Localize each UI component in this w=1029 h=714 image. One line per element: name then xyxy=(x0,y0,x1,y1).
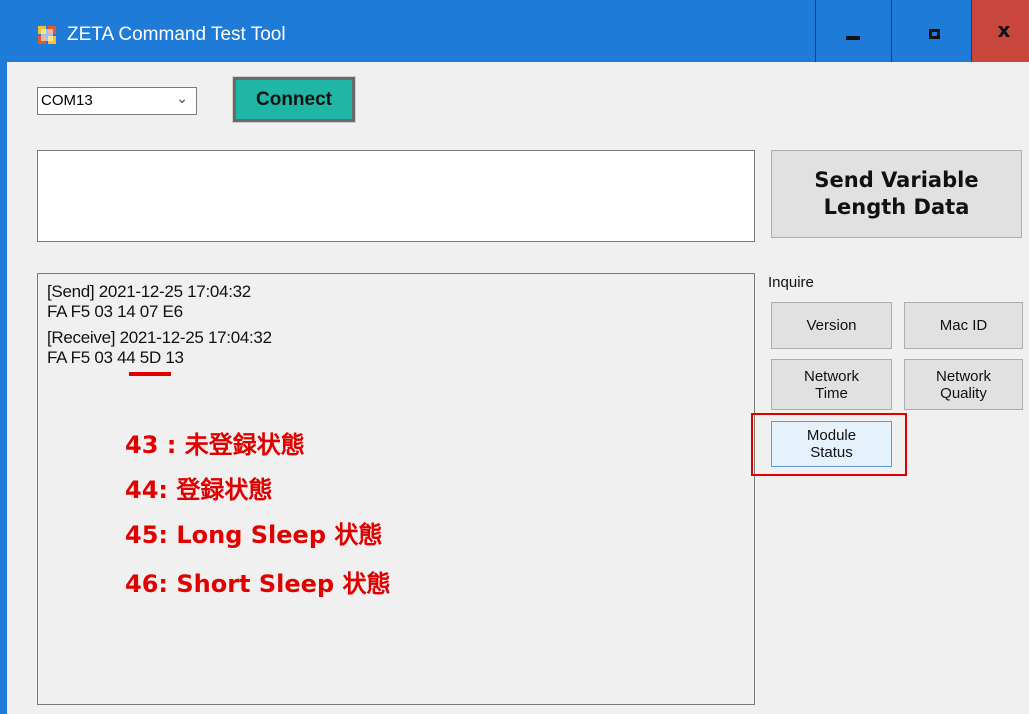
mac-id-button[interactable]: Mac ID xyxy=(904,302,1023,349)
version-button[interactable]: Version xyxy=(771,302,892,349)
log-line: FA F5 03 14 07 E6 xyxy=(47,302,183,321)
close-button[interactable]: x xyxy=(971,0,1029,62)
annotation-45: 45: Long Sleep 状態 xyxy=(125,521,383,549)
network-time-button[interactable]: Network Time xyxy=(771,359,892,410)
window-title: ZETA Command Test Tool xyxy=(67,24,286,45)
network-quality-button[interactable]: Network Quality xyxy=(904,359,1023,410)
app-icon xyxy=(38,26,56,44)
network-quality-label-2: Quality xyxy=(940,384,987,402)
version-label: Version xyxy=(806,317,857,334)
network-time-label-1: Network xyxy=(803,367,859,385)
com-port-value: COM13 xyxy=(41,92,93,109)
title-bar[interactable]: ZETA Command Test Tool x xyxy=(7,0,1029,62)
log-line: [Send] 2021-12-25 17:04:32 xyxy=(47,282,251,301)
network-quality-label-1: Network xyxy=(935,367,991,385)
send-data-input[interactable] xyxy=(37,150,755,242)
log-line: [Receive] 2021-12-25 17:04:32 xyxy=(47,328,272,347)
annotation-46: 46: Short Sleep 状態 xyxy=(125,570,391,598)
annotation-44: 44: 登録状態 xyxy=(125,476,273,504)
maximize-icon xyxy=(929,29,940,39)
inquire-group-label: Inquire xyxy=(768,274,814,291)
send-button-line1: Send Variable xyxy=(814,168,979,192)
network-time-label-2: Time xyxy=(815,384,848,402)
connect-button[interactable]: Connect xyxy=(232,76,356,123)
minimize-button[interactable] xyxy=(815,0,891,62)
send-button-line2: Length Data xyxy=(823,195,970,219)
chevron-down-icon: ⌄ xyxy=(176,91,188,107)
com-port-select[interactable]: COM13 ⌄ xyxy=(37,87,197,115)
highlight-box xyxy=(751,413,907,476)
log-line: FA F5 03 44 5D 13 xyxy=(47,348,184,367)
annotation-43: 43 : 未登録状態 xyxy=(125,431,305,459)
send-variable-length-data-button[interactable]: Send Variable Length Data xyxy=(771,150,1022,238)
highlight-underline xyxy=(129,372,171,376)
minimize-icon xyxy=(846,36,860,40)
maximize-button[interactable] xyxy=(891,0,971,62)
close-icon: x xyxy=(997,18,1011,42)
mac-id-label: Mac ID xyxy=(939,317,988,334)
